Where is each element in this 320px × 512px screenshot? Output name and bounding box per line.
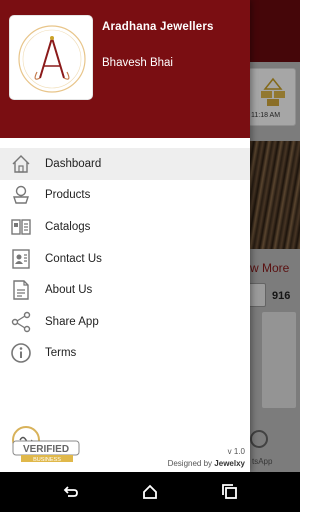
menu-label: Contact Us	[45, 252, 102, 265]
brand-logo	[9, 15, 93, 100]
navigation-drawer: Aradhana Jewellers Bhavesh Bhai Dashboar…	[0, 0, 250, 472]
menu-item-terms[interactable]: Terms	[0, 338, 250, 370]
share-icon	[10, 311, 32, 333]
designer-name[interactable]: Jewelxy	[214, 459, 245, 468]
back-icon[interactable]	[60, 482, 80, 502]
designed-by: Designed by Jewelxy	[168, 459, 245, 468]
home-icon	[10, 153, 32, 175]
menu-item-contact-us[interactable]: Contact Us	[0, 243, 250, 275]
menu-label: Dashboard	[45, 157, 102, 170]
designed-by-label: Designed by	[167, 459, 213, 468]
catalogs-icon	[10, 216, 32, 238]
menu-item-about-us[interactable]: About Us	[0, 274, 250, 306]
badge-bottom-text: BUSINESS	[33, 457, 61, 463]
recents-icon[interactable]	[220, 482, 240, 502]
menu-label: Products	[45, 189, 91, 202]
app-version: v 1.0	[227, 447, 245, 456]
menu-item-products[interactable]: Products	[0, 180, 250, 212]
system-nav-bar	[0, 472, 300, 512]
products-icon	[10, 184, 32, 206]
brand-name: Aradhana Jewellers	[102, 21, 214, 33]
user-name: Bhavesh Bhai	[102, 57, 173, 69]
menu-item-catalogs[interactable]: Catalogs	[0, 211, 250, 243]
menu-label: Terms	[45, 347, 77, 360]
about-icon	[10, 279, 32, 301]
verified-business-badge: VERIFIED BUSINESS	[11, 425, 81, 463]
menu-item-share-app[interactable]: Share App	[0, 306, 250, 338]
menu-label: Share App	[45, 315, 99, 328]
badge-top-text: VERIFIED	[23, 444, 69, 455]
home-nav-icon[interactable]	[140, 482, 160, 502]
info-icon	[10, 342, 32, 364]
menu-item-dashboard[interactable]: Dashboard	[0, 148, 250, 180]
drawer-menu: Dashboard Products Catalogs Contact Us A…	[0, 148, 250, 369]
drawer-header: Aradhana Jewellers Bhavesh Bhai	[0, 0, 250, 138]
contact-icon	[10, 248, 32, 270]
menu-label: Catalogs	[45, 220, 91, 233]
menu-label: About Us	[45, 284, 93, 297]
